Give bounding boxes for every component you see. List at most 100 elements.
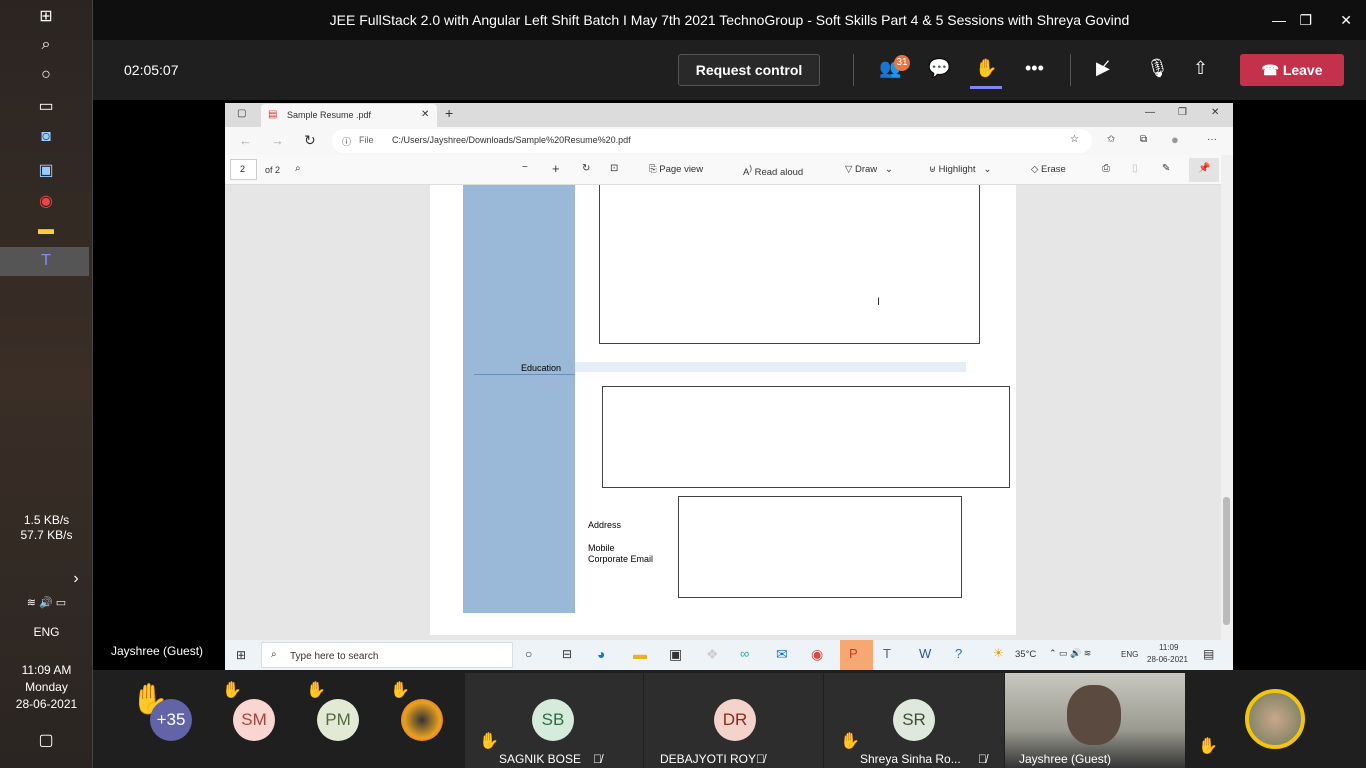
read-aloud-button[interactable]: A) Read aloud — [743, 164, 803, 178]
edge-icon[interactable]: ◕ — [597, 646, 605, 662]
window-restore-icon[interactable]: ❐ — [1178, 107, 1187, 118]
file-explorer-icon[interactable]: ▬ — [34, 221, 58, 239]
chevron-right-icon[interactable]: › — [64, 570, 88, 588]
erase-button[interactable]: ◇ Erase — [1031, 164, 1066, 175]
overflow-participants[interactable]: +35 — [150, 699, 192, 741]
more-options-icon[interactable]: ••• — [1025, 58, 1044, 79]
mail-icon[interactable]: ✉ — [776, 646, 788, 663]
weather-temp[interactable]: 35°C — [1015, 649, 1036, 660]
minimize-icon[interactable]: — — [1272, 0, 1286, 40]
avatar-pm[interactable]: PM — [317, 699, 359, 741]
self-avatar[interactable] — [1245, 689, 1305, 749]
request-control-button[interactable]: Request control — [678, 54, 820, 86]
cortana-icon[interactable]: ○ — [34, 66, 58, 84]
section-bar — [575, 362, 966, 372]
draw-button[interactable]: ▽ Draw ⌄ — [845, 164, 893, 175]
avatar-sm[interactable]: SM — [233, 699, 275, 741]
avatar-sr: SR — [893, 699, 935, 741]
zoom-in-icon[interactable]: + — [552, 161, 560, 176]
pin-toolbar-button[interactable]: 📌 — [1189, 158, 1219, 182]
clock-time[interactable]: 11:09 AM — [0, 663, 93, 677]
avatar-photo[interactable] — [401, 699, 443, 741]
tab-close-icon[interactable]: ✕ — [421, 109, 429, 120]
tray-language[interactable]: ENG — [1121, 650, 1138, 659]
teams-icon[interactable]: T — [883, 646, 891, 661]
tray-icons[interactable]: ⌃ ▭ 🔊 ≋ — [1049, 648, 1091, 659]
word-icon[interactable]: W — [919, 646, 931, 661]
tray-time[interactable]: 11:09 — [1159, 643, 1178, 652]
teams-icon: T — [41, 252, 51, 269]
video-tile-jayshree[interactable]: Jayshree (Guest) — [1005, 673, 1185, 768]
tab-sample-resume[interactable]: ▤ Sample Resume .pdf ✕ — [261, 104, 437, 127]
new-tab-icon[interactable]: + — [445, 105, 453, 121]
cortana-icon[interactable]: ○ — [525, 647, 532, 661]
dropbox-icon[interactable]: ❖ — [706, 646, 719, 663]
save-icon[interactable]: ▯ — [1132, 163, 1138, 174]
tray-date[interactable]: 28-06-2021 — [1147, 655, 1188, 664]
find-icon[interactable]: ⌕ — [295, 163, 301, 174]
file-explorer-icon[interactable]: ▬ — [633, 646, 647, 662]
video-feed — [1067, 685, 1121, 745]
chat-icon[interactable]: 💬 — [928, 58, 950, 79]
tab-actions-icon[interactable]: ▢ — [237, 108, 246, 119]
camera-off-icon[interactable]: ▶̸ — [1096, 58, 1110, 79]
favorite-icon[interactable]: ☆ — [1070, 134, 1079, 145]
camera-icon[interactable]: ◙ — [34, 128, 58, 146]
zoom-out-icon[interactable]: − — [522, 162, 528, 173]
tray-icons[interactable]: ≋ 🔊 ▭ — [0, 596, 93, 609]
clock-day: Monday — [25, 680, 68, 694]
save-as-icon[interactable]: ✎ — [1162, 163, 1170, 174]
resume-sidebar — [463, 185, 575, 613]
page-view-button[interactable]: ⎘ Page view — [649, 164, 703, 175]
active-indicator — [970, 86, 1002, 89]
rotate-icon[interactable]: ↻ — [582, 163, 590, 174]
participant-tile-dr[interactable]: DR DEBAJYOTI ROY 🎙̸ — [644, 673, 823, 768]
search-icon[interactable]: ⌕ — [34, 36, 58, 54]
refresh-icon[interactable]: ↻ — [304, 132, 316, 149]
fit-page-icon[interactable]: ⊡ — [610, 163, 618, 174]
notifications-icon[interactable]: ▢ — [34, 730, 58, 750]
leave-button[interactable]: ☎ Leave — [1240, 54, 1344, 86]
action-center-icon[interactable]: ▤ — [1203, 647, 1214, 661]
language-indicator[interactable]: ENG — [0, 625, 93, 639]
taskbar-search[interactable]: ⌕ Type here to search — [261, 642, 513, 668]
mic-off-icon[interactable]: 🎙 — [1146, 58, 1169, 79]
mic-off-icon: 🎙̸ — [756, 752, 765, 766]
print-icon[interactable]: ⎙ — [1102, 163, 1110, 174]
participant-tile-sb[interactable]: SB ✋ SAGNIK BOSE 🎙̸ — [465, 673, 643, 768]
infinity-icon[interactable]: ∞ — [740, 646, 749, 661]
restore-icon[interactable]: ❐ — [1299, 0, 1312, 40]
search-placeholder: Type here to search — [290, 651, 379, 662]
address-bar[interactable]: ⓘ File C:/Users/Jayshree/Downloads/Sampl… — [332, 129, 1092, 153]
forward-icon[interactable]: → — [271, 133, 284, 148]
weather-icon[interactable]: ☀ — [993, 646, 1004, 660]
profile-icon[interactable]: ● — [1171, 132, 1179, 147]
window-minimize-icon[interactable]: — — [1145, 107, 1155, 118]
scrollbar[interactable] — [1221, 155, 1233, 640]
windows-start-icon[interactable]: ⊞ — [34, 6, 58, 26]
net-download: 57.7 KB/s — [20, 528, 73, 542]
reactions-icon[interactable]: ✋ — [975, 58, 997, 79]
window-close-icon[interactable]: ✕ — [1211, 107, 1219, 118]
page-number-input[interactable]: 2 — [230, 159, 257, 180]
share-icon[interactable]: ⇧ — [1193, 58, 1208, 79]
chrome-icon[interactable]: ◉ — [811, 646, 823, 663]
participant-tile-sr[interactable]: SR ✋ Shreya Sinha Ro... 🎙̸ — [824, 673, 1004, 768]
close-icon[interactable]: ✕ — [1340, 0, 1352, 40]
highlight-button[interactable]: ⊎ Highlight ⌄ — [929, 164, 991, 175]
start-icon[interactable]: ⊞ — [236, 648, 246, 662]
chrome-icon[interactable]: ◉ — [34, 191, 58, 211]
teams-taskbar-item[interactable]: T — [0, 247, 89, 276]
collections-icon[interactable]: ⧉ — [1140, 134, 1147, 145]
scrollbar-thumb[interactable] — [1223, 497, 1230, 625]
monitor-icon[interactable]: ▣ — [34, 160, 58, 180]
back-icon[interactable]: ← — [239, 133, 252, 148]
task-view-icon[interactable]: ⊟ — [562, 647, 572, 661]
task-view-icon[interactable]: ▭ — [34, 96, 58, 116]
store-icon[interactable]: ▣ — [669, 646, 682, 663]
powerpoint-taskbar-item[interactable]: P — [840, 640, 873, 670]
favorites-icon[interactable]: ✩ — [1107, 134, 1115, 145]
settings-more-icon[interactable]: ··· — [1207, 134, 1217, 145]
divider — [853, 54, 854, 86]
help-icon[interactable]: ? — [955, 646, 962, 661]
